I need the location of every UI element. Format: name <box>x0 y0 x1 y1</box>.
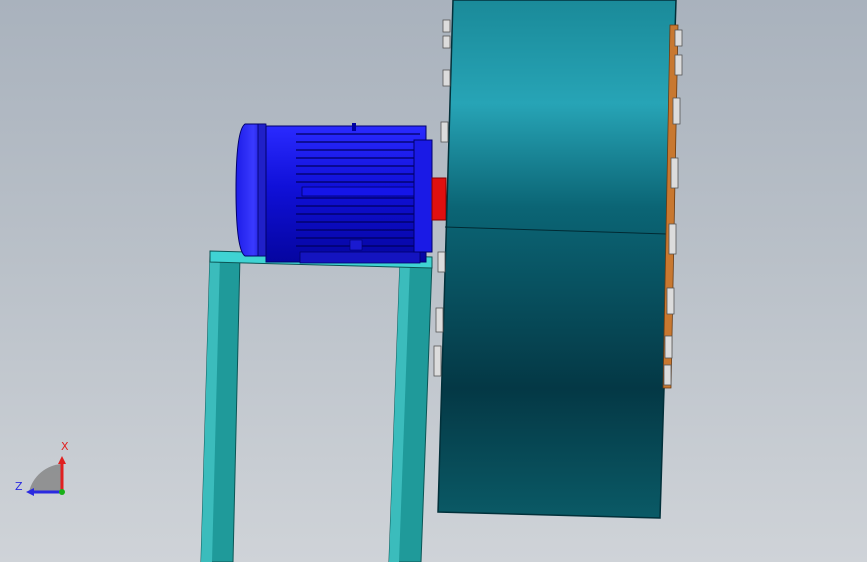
fan-housing-body[interactable] <box>437 0 677 519</box>
motor-cap-ring <box>257 123 267 257</box>
shaft-coupling[interactable] <box>431 177 447 221</box>
x-axis-label: X <box>61 440 69 453</box>
cad-3d-viewport[interactable] <box>0 0 867 562</box>
fan-housing[interactable] <box>437 0 679 519</box>
orientation-triad[interactable]: X Z <box>12 440 76 508</box>
electric-motor[interactable] <box>235 123 433 264</box>
motor-lifting-lug <box>352 123 356 131</box>
support-frame[interactable] <box>200 250 433 562</box>
motor-base-foot <box>349 239 363 251</box>
motor-drive-flange[interactable] <box>413 139 433 253</box>
motor-mount-plate <box>299 251 421 264</box>
motor-terminal-box[interactable] <box>301 186 421 197</box>
z-axis-label: Z <box>15 480 23 493</box>
